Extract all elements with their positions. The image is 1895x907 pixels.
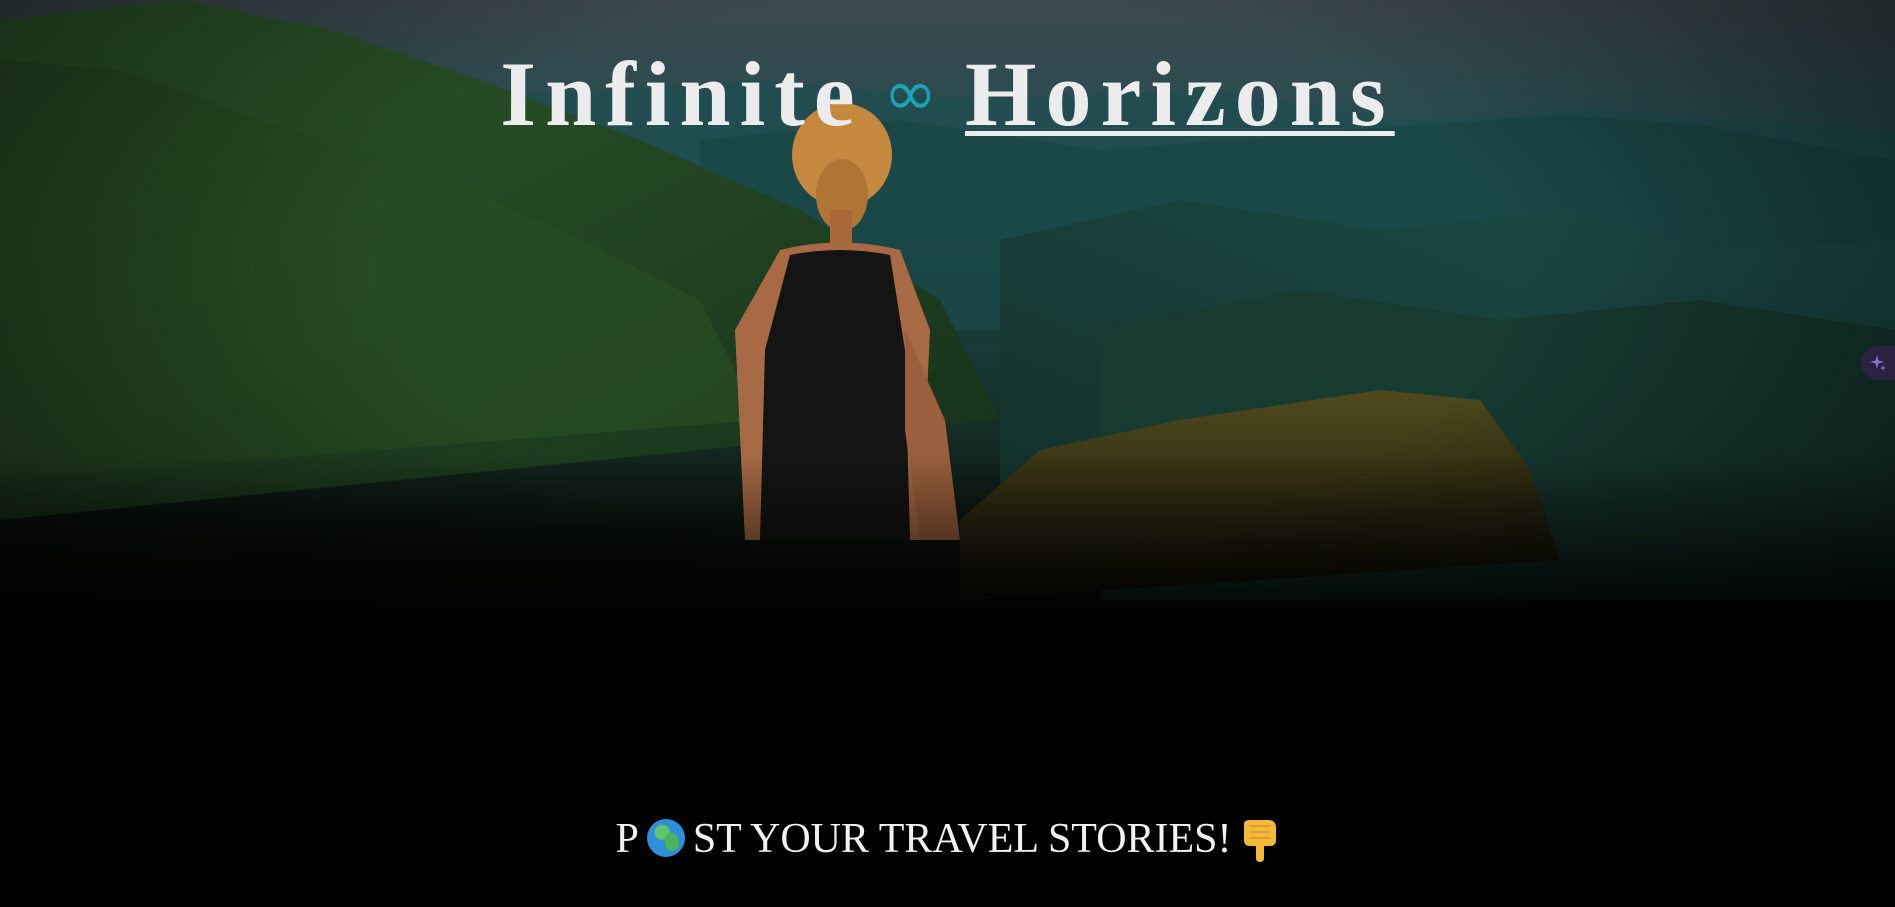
cta-prefix: P (615, 816, 639, 862)
infinity-icon: ∞ (883, 56, 937, 131)
cta-text: ST YOUR TRAVEL STORIES! (692, 816, 1232, 862)
side-assistant-tab[interactable] (1861, 346, 1895, 380)
pointing-down-hand-icon (1243, 820, 1276, 862)
sparkle-icon (1870, 355, 1886, 371)
page: Infinite ∞ Horizons P ST YOUR TRAVEL STORIE… (0, 0, 1895, 907)
globe-icon (646, 819, 685, 857)
site-title: Infinite ∞ Horizons (0, 48, 1895, 140)
post-stories-heading: P ST YOUR TRAVEL STORIES! (0, 818, 1895, 862)
title-word-horizons[interactable]: Horizons (965, 43, 1395, 145)
title-word-infinite: Infinite (500, 42, 864, 145)
